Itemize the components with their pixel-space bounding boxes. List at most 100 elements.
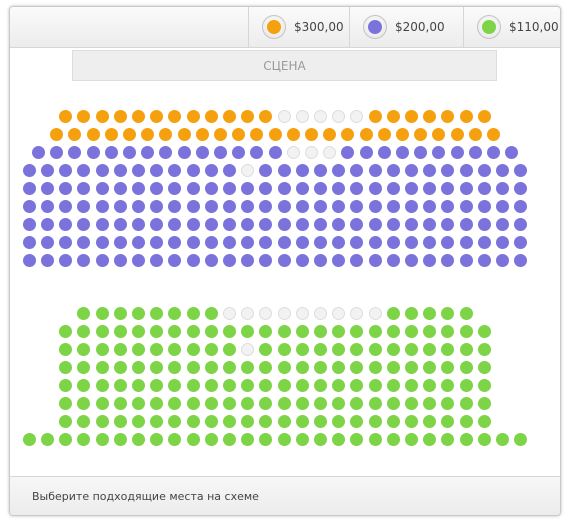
seat-premium[interactable] — [141, 128, 155, 141]
seat-economy[interactable] — [186, 397, 200, 410]
seat-economy[interactable] — [204, 415, 218, 428]
seat-premium[interactable] — [359, 128, 373, 141]
seat-standard[interactable] — [150, 200, 164, 213]
seat-standard[interactable] — [186, 164, 200, 177]
seat-standard[interactable] — [496, 164, 509, 177]
seat-economy[interactable] — [186, 433, 200, 446]
seat-standard[interactable] — [204, 182, 218, 195]
seat-standard[interactable] — [59, 182, 73, 195]
seat-economy[interactable] — [113, 325, 127, 338]
seat-standard[interactable] — [95, 200, 109, 213]
seat-economy[interactable] — [59, 397, 73, 410]
seat-standard[interactable] — [195, 146, 209, 159]
seat-standard[interactable] — [477, 200, 491, 213]
seat-economy[interactable] — [241, 325, 255, 338]
seat-standard[interactable] — [459, 254, 473, 267]
seat-standard[interactable] — [441, 254, 455, 267]
seat-economy[interactable] — [259, 361, 273, 374]
seat-economy[interactable] — [277, 343, 291, 356]
seat-economy[interactable] — [477, 325, 491, 338]
seat-economy[interactable] — [259, 415, 273, 428]
seat-premium[interactable] — [177, 128, 191, 141]
seat-standard[interactable] — [177, 146, 191, 159]
seat-economy[interactable] — [423, 415, 437, 428]
seat-economy[interactable] — [204, 433, 218, 446]
seat-economy[interactable] — [223, 343, 236, 356]
seat-standard[interactable] — [204, 164, 218, 177]
seat-economy[interactable] — [77, 397, 91, 410]
seat-economy[interactable] — [295, 379, 309, 392]
seat-standard[interactable] — [514, 254, 528, 267]
seat-economy[interactable] — [459, 379, 473, 392]
seat-standard[interactable] — [350, 254, 364, 267]
seat-economy[interactable] — [95, 397, 109, 410]
seat-economy[interactable] — [368, 325, 382, 338]
seat-economy[interactable] — [441, 397, 455, 410]
seat-economy[interactable] — [59, 379, 73, 392]
seat-economy[interactable] — [223, 415, 236, 428]
seat-economy[interactable] — [132, 415, 145, 428]
seat-premium[interactable] — [450, 128, 464, 141]
seat-standard[interactable] — [86, 146, 100, 159]
seat-standard[interactable] — [41, 254, 54, 267]
seat-economy[interactable] — [332, 325, 346, 338]
seat-economy[interactable] — [77, 361, 91, 374]
seat-standard[interactable] — [341, 146, 355, 159]
seat-standard[interactable] — [477, 254, 491, 267]
seat-economy[interactable] — [204, 361, 218, 374]
seat-standard[interactable] — [22, 254, 36, 267]
seat-premium[interactable] — [150, 110, 164, 123]
seat-economy[interactable] — [77, 325, 91, 338]
seat-premium[interactable] — [113, 110, 127, 123]
seat-economy[interactable] — [314, 325, 327, 338]
seat-standard[interactable] — [486, 146, 500, 159]
seat-premium[interactable] — [414, 128, 428, 141]
seat-economy[interactable] — [295, 397, 309, 410]
seat-economy[interactable] — [423, 433, 437, 446]
seat-standard[interactable] — [368, 218, 382, 231]
seat-economy[interactable] — [277, 325, 291, 338]
seat-economy[interactable] — [95, 307, 109, 320]
seat-standard[interactable] — [241, 182, 255, 195]
seat-standard[interactable] — [314, 164, 327, 177]
seat-economy[interactable] — [77, 415, 91, 428]
seat-standard[interactable] — [186, 236, 200, 249]
seat-economy[interactable] — [77, 307, 91, 320]
seat-standard[interactable] — [113, 254, 127, 267]
seat-economy[interactable] — [95, 415, 109, 428]
seat-standard[interactable] — [95, 164, 109, 177]
seat-premium[interactable] — [368, 110, 382, 123]
seat-economy[interactable] — [132, 325, 145, 338]
seat-standard[interactable] — [405, 236, 418, 249]
seat-economy[interactable] — [405, 325, 418, 338]
seat-economy[interactable] — [59, 325, 73, 338]
seat-standard[interactable] — [150, 254, 164, 267]
seat-standard[interactable] — [441, 236, 455, 249]
seat-standard[interactable] — [168, 164, 182, 177]
seat-economy[interactable] — [59, 343, 73, 356]
seat-economy[interactable] — [405, 379, 418, 392]
seat-economy[interactable] — [132, 397, 145, 410]
seat-standard[interactable] — [113, 182, 127, 195]
seat-standard[interactable] — [250, 146, 264, 159]
seat-standard[interactable] — [314, 218, 327, 231]
legend-item-standard[interactable]: $200,00 — [349, 7, 463, 47]
seat-standard[interactable] — [31, 146, 45, 159]
seat-economy[interactable] — [459, 361, 473, 374]
seat-standard[interactable] — [314, 236, 327, 249]
seat-standard[interactable] — [186, 182, 200, 195]
seat-economy[interactable] — [259, 343, 273, 356]
seat-economy[interactable] — [113, 361, 127, 374]
seat-economy[interactable] — [241, 433, 255, 446]
seat-standard[interactable] — [41, 236, 54, 249]
seat-standard[interactable] — [295, 164, 309, 177]
seat-premium[interactable] — [213, 128, 227, 141]
seat-standard[interactable] — [77, 200, 91, 213]
seat-economy[interactable] — [168, 379, 182, 392]
seat-standard[interactable] — [468, 146, 482, 159]
seat-standard[interactable] — [204, 200, 218, 213]
seat-premium[interactable] — [159, 128, 173, 141]
seat-standard[interactable] — [277, 218, 291, 231]
seat-economy[interactable] — [132, 379, 145, 392]
seat-standard[interactable] — [132, 218, 145, 231]
